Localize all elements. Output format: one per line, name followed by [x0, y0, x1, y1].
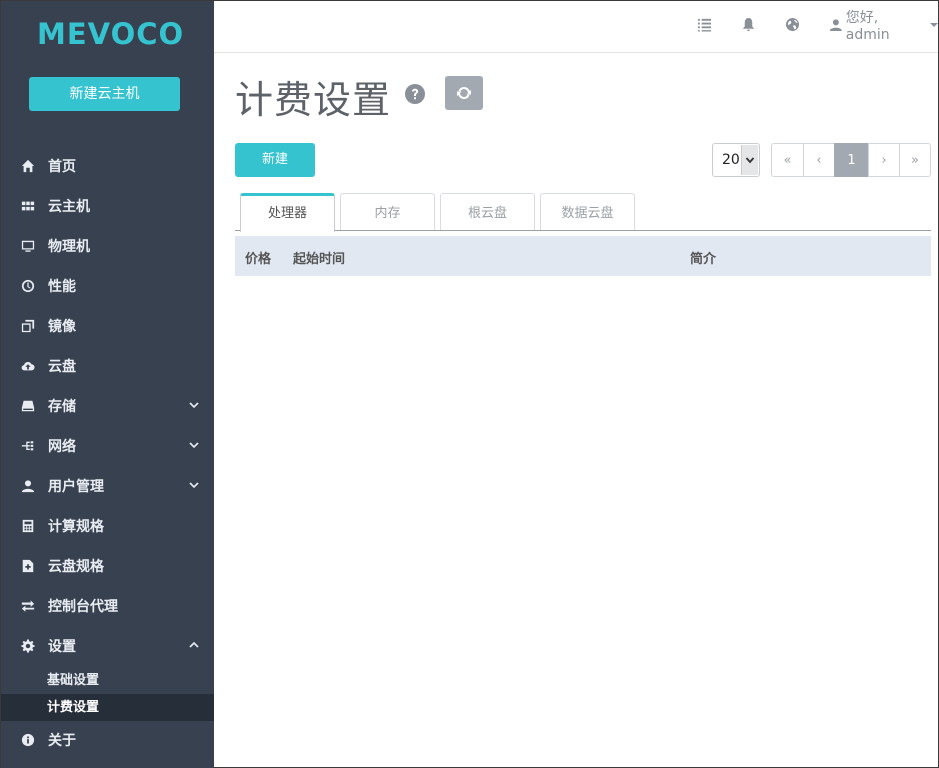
home-icon	[20, 158, 36, 174]
hdd-icon	[20, 398, 36, 414]
settings-submenu: 基础设置 计费设置	[1, 667, 214, 721]
sidebar-item-storage[interactable]: 存储	[1, 386, 214, 426]
top-bar: 您好, admin	[214, 1, 938, 53]
pager-current[interactable]: 1	[834, 143, 869, 177]
sidebar-item-about[interactable]: 关于	[1, 720, 214, 760]
pager-prev[interactable]: ‹	[803, 143, 835, 177]
sidebar-item-network[interactable]: 网络	[1, 426, 214, 466]
tab-data-volume[interactable]: 数据云盘	[540, 193, 635, 230]
user-greeting: 您好, admin	[845, 10, 890, 43]
refresh-icon	[457, 87, 471, 99]
sidebar-item-label: 云主机	[48, 199, 90, 215]
gear-icon	[20, 638, 36, 654]
chevron-down-icon[interactable]	[188, 399, 200, 411]
tab-memory[interactable]: 内存	[340, 193, 435, 230]
page-size-select[interactable]: 20	[712, 143, 760, 177]
monitor-icon	[20, 238, 36, 254]
sidebar-item-label: 物理机	[48, 239, 90, 255]
page-size-value: 20	[722, 152, 740, 168]
sidebar-item-host[interactable]: 物理机	[1, 226, 214, 266]
sidebar-item-user-management[interactable]: 用户管理	[1, 466, 214, 506]
help-icon[interactable]	[405, 84, 425, 104]
tab-cpu[interactable]: 处理器	[240, 193, 335, 232]
column-header-start-time[interactable]: 起始时间	[293, 248, 345, 267]
create-button[interactable]: 新建	[235, 143, 315, 177]
info-icon	[20, 732, 36, 748]
copy-icon	[20, 318, 36, 334]
sidebar-item-instance-offering[interactable]: 计算规格	[1, 506, 214, 546]
file-plus-icon	[20, 558, 36, 574]
tab-root-volume[interactable]: 根云盘	[440, 193, 535, 230]
sidebar-nav: 首页 云主机 物理机 性能 镜像 云盘 存储 网络 用户管理 计算规格 云盘规格…	[1, 146, 214, 666]
list-icon[interactable]	[697, 17, 713, 33]
sidebar-item-label: 网络	[48, 439, 76, 455]
pager-next[interactable]: ›	[868, 143, 900, 177]
sidebar-item-billing-settings[interactable]: 计费设置	[1, 694, 214, 721]
user-icon	[829, 19, 842, 32]
refresh-button[interactable]	[445, 76, 483, 110]
chevron-down-icon[interactable]	[188, 479, 200, 491]
billing-tabs: 处理器 内存 根云盘 数据云盘	[235, 193, 931, 232]
sidebar-item-settings[interactable]: 设置	[1, 626, 214, 666]
chevron-up-icon[interactable]	[188, 639, 200, 651]
sidebar-item-label: 存储	[48, 399, 76, 415]
sidebar-item-label: 设置	[48, 639, 76, 655]
calculator-icon	[20, 518, 36, 534]
sidebar-item-label: 云盘	[48, 359, 76, 375]
sidebar-item-label: 关于	[48, 733, 76, 749]
sidebar-item-label: 镜像	[48, 319, 76, 335]
logo: MEVOCO	[37, 17, 185, 51]
grid-icon	[20, 198, 36, 214]
sidebar-item-image[interactable]: 镜像	[1, 306, 214, 346]
sidebar-item-console-proxy[interactable]: 控制台代理	[1, 586, 214, 626]
caret-down-icon	[930, 23, 938, 27]
sidebar-item-label: 首页	[48, 159, 76, 175]
pagination: « ‹ 1 › »	[771, 143, 931, 177]
sidebar-item-vm[interactable]: 云主机	[1, 186, 214, 226]
sidebar: MEVOCO 新建云主机 首页 云主机 物理机 性能 镜像 云盘 存储 网络 用…	[1, 1, 214, 768]
pager-last[interactable]: »	[899, 143, 931, 177]
sidebar-item-volume[interactable]: 云盘	[1, 346, 214, 386]
new-vm-button[interactable]: 新建云主机	[29, 77, 180, 111]
user-menu[interactable]: 您好, admin	[829, 10, 938, 43]
chevron-down-icon[interactable]	[188, 439, 200, 451]
sidebar-item-performance[interactable]: 性能	[1, 266, 214, 306]
cloud-upload-icon	[20, 358, 36, 374]
pager-first[interactable]: «	[771, 143, 804, 177]
globe-icon[interactable]	[785, 17, 801, 33]
dashboard-icon	[20, 278, 36, 294]
sidebar-item-home[interactable]: 首页	[1, 146, 214, 186]
sidebar-item-label: 性能	[48, 279, 76, 295]
network-icon	[20, 438, 36, 454]
bell-icon[interactable]	[741, 17, 757, 33]
column-header-price[interactable]: 价格	[245, 248, 271, 267]
sidebar-item-basic-settings[interactable]: 基础设置	[1, 667, 214, 694]
table-header: 价格 起始时间 简介	[235, 236, 931, 276]
sidebar-item-label: 控制台代理	[48, 599, 118, 615]
sidebar-item-label: 用户管理	[48, 479, 104, 495]
chevron-down-icon	[741, 145, 758, 175]
sidebar-item-label: 云盘规格	[48, 559, 104, 575]
page-title: 计费设置	[235, 78, 392, 122]
exchange-icon	[20, 598, 36, 614]
column-header-description[interactable]: 简介	[690, 248, 716, 267]
user-icon	[20, 478, 36, 494]
sidebar-item-label: 计算规格	[48, 519, 104, 535]
sidebar-item-disk-offering[interactable]: 云盘规格	[1, 546, 214, 586]
